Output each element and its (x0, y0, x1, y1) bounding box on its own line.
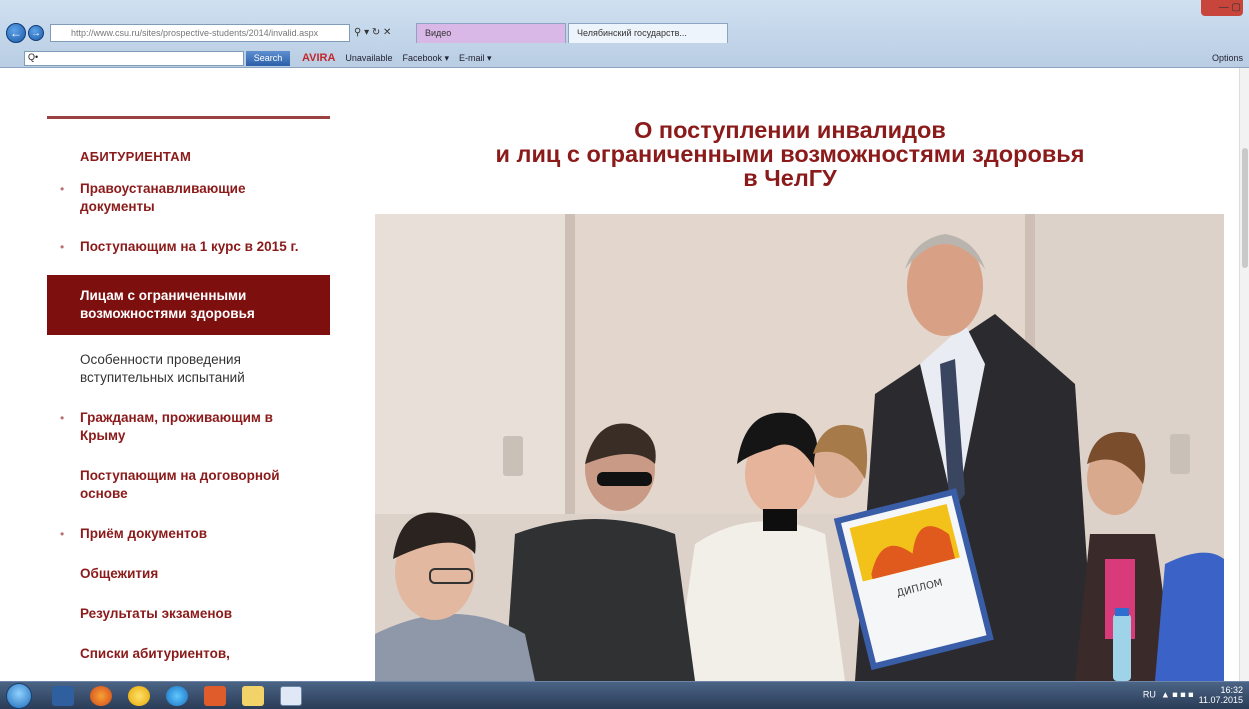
back-button[interactable]: ← (6, 23, 26, 43)
document-icon[interactable] (280, 686, 302, 706)
sidebar-item-label: Лицам с ограниченными возможностями здор… (80, 288, 255, 321)
title-line-1: О поступлении инвалидов (634, 117, 946, 143)
sidebar-item-label: Списки абитуриентов, (80, 646, 230, 661)
page-content: АБИТУРИЕНТАМ • Правоустанавливающие доку… (0, 68, 1249, 681)
sidebar-item-applicant-lists[interactable]: Списки абитуриентов, (47, 645, 330, 663)
start-button[interactable] (6, 683, 32, 709)
navigation-bar: ← → http://www.csu.ru/sites/prospective-… (0, 22, 1249, 44)
presentation-icon[interactable] (204, 686, 226, 706)
sidebar-item-label: Результаты экзаменов (80, 606, 233, 621)
clock-date: 11.07.2015 (1198, 695, 1243, 705)
sidebar-item-exam-features[interactable]: Особенности проведения вступительных исп… (47, 351, 330, 387)
bullet-icon: • (60, 240, 65, 254)
bullet-icon: • (60, 411, 65, 425)
event-photo: ДИПЛОМ (375, 214, 1224, 681)
photo-illustration: ДИПЛОМ (375, 214, 1224, 681)
internet-explorer-icon[interactable] (166, 686, 188, 706)
page-title: О поступлении инвалидов и лиц с ограниче… (380, 118, 1200, 190)
title-line-2: и лиц с ограниченными возможностями здор… (495, 141, 1085, 167)
toolbar-search-input[interactable]: Q• (24, 50, 244, 66)
options-button[interactable]: Options (1212, 53, 1243, 63)
sidebar-item-exam-results[interactable]: Результаты экзаменов (47, 605, 330, 623)
sidebar-divider (47, 116, 330, 119)
sidebar-item-label: Приём документов (80, 526, 208, 541)
browser-chrome: ← → http://www.csu.ru/sites/prospective-… (0, 0, 1249, 68)
system-tray[interactable]: RU ▲ ■ ■ ■ 16:32 11.07.2015 (1143, 685, 1243, 705)
clock-time: 16:32 (1220, 685, 1243, 695)
toolbar-search-button[interactable]: Search (246, 50, 290, 66)
sidebar-item-label: Поступающим на 1 курс в 2015 г. (80, 239, 299, 254)
sidebar-item-label: Общежития (80, 566, 159, 581)
sidebar-item-label: Гражданам, проживающим в Крыму (80, 410, 273, 443)
sidebar-item-first-year[interactable]: • Поступающим на 1 курс в 2015 г. (47, 238, 330, 256)
tab-csu[interactable]: Челябинский государств... (568, 23, 728, 43)
avira-logo[interactable]: AVIRA (302, 52, 335, 64)
address-bar[interactable]: http://www.csu.ru/sites/prospective-stud… (50, 24, 350, 42)
sidebar-item-label: Поступающим на договорной основе (80, 468, 280, 501)
title-line-3: в ЧелГУ (743, 165, 837, 191)
sidebar-item-legal-docs[interactable]: • Правоустанавливающие документы (47, 180, 330, 216)
facebook-item[interactable]: Facebook ▾ (402, 53, 449, 64)
unavailable-item[interactable]: Unavailable (345, 53, 392, 63)
browser-icon[interactable] (90, 686, 112, 706)
toolbar-row: Q• Search AVIRA Unavailable Facebook ▾ E… (0, 50, 1249, 66)
window-controls[interactable]: — ▢ (1219, 2, 1241, 13)
sidebar-item-dormitories[interactable]: Общежития (47, 565, 330, 583)
taskbar: RU ▲ ■ ■ ■ 16:32 11.07.2015 (0, 681, 1249, 709)
language-indicator[interactable]: RU (1143, 689, 1156, 699)
page-scrollbar[interactable] (1239, 68, 1249, 681)
sidebar-item-contract[interactable]: Поступающим на договорной основе (47, 467, 330, 503)
sidebar-item-disabilities[interactable]: Лицам с ограниченными возможностями здор… (47, 275, 330, 335)
sidebar-item-crimea[interactable]: • Гражданам, проживающим в Крыму (47, 409, 330, 445)
bullet-icon: • (60, 527, 65, 541)
sidebar-heading: АБИТУРИЕНТАМ (80, 149, 192, 164)
email-item[interactable]: E-mail ▾ (459, 53, 492, 64)
scrollbar-thumb[interactable] (1242, 148, 1248, 268)
media-player-icon[interactable] (52, 686, 74, 706)
sidebar-item-label: Правоустанавливающие документы (80, 181, 246, 214)
forward-button[interactable]: → (28, 25, 44, 41)
folder-icon[interactable] (242, 686, 264, 706)
address-tools[interactable]: ⚲ ▾ ↻ ✕ (354, 24, 414, 42)
sidebar-item-label: Особенности проведения вступительных исп… (80, 352, 245, 385)
sidebar: АБИТУРИЕНТАМ • Правоустанавливающие доку… (47, 116, 330, 663)
app-icon[interactable] (128, 686, 150, 706)
sidebar-item-documents[interactable]: • Приём документов (47, 525, 330, 543)
tab-video[interactable]: Видео (416, 23, 566, 43)
bullet-icon: • (60, 182, 65, 196)
